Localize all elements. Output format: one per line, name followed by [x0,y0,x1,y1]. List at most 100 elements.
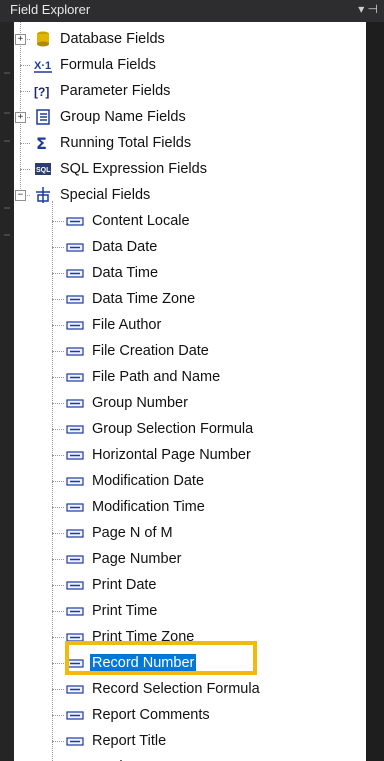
special-field-label: Page Number [92,551,182,567]
field-icon [66,602,84,620]
field-icon [66,524,84,542]
special-field-label: Print Time [92,603,158,619]
parameter-icon: [?] [34,82,52,100]
field-icon [66,472,84,490]
special-field-item[interactable]: File Author [66,313,163,337]
tree-branch-line [52,663,64,664]
svg-text:Σ: Σ [36,134,47,152]
special-field-label: Record Selection Formula [92,681,260,697]
tree-branch-line [52,429,64,430]
tree-item-label: Group Name Fields [60,109,186,125]
special-field-label: Horizontal Page Number [92,447,251,463]
expand-toggle[interactable]: + [15,112,26,123]
database-icon [34,30,52,48]
special-field-label: Print Date [92,577,157,593]
sigma-icon: Σ [34,134,52,153]
tree-branch-line [52,403,64,404]
tree-item[interactable]: Group Name Fields [34,105,188,129]
field-icon [66,212,84,230]
left-dock-strip [0,22,14,761]
field-icon [66,394,84,412]
group-name-icon [34,108,52,126]
tree-item-label: Database Fields [60,31,165,47]
expand-toggle[interactable]: + [15,34,26,45]
field-icon [66,732,84,750]
tree-branch-line [52,741,64,742]
tree-branch-line [52,689,64,690]
tree-branch-line [52,637,64,638]
special-field-label: Group Selection Formula [92,421,254,437]
tree-branch-line [20,143,30,144]
field-icon [66,290,84,308]
tree-item-label: Parameter Fields [60,83,171,99]
special-field-item[interactable]: Group Number [66,391,190,415]
tree-item[interactable]: [?] Parameter Fields [34,79,172,103]
tree-branch-line [52,715,64,716]
pin-icon[interactable]: ▾ ⊣ [358,2,378,16]
field-icon [66,706,84,724]
special-field-item[interactable]: Modification Time [66,495,207,519]
tree-branch-line [52,455,64,456]
special-field-item[interactable]: Page Number [66,547,183,571]
special-field-label: Content Locale [92,213,190,229]
special-field-item[interactable]: Modification Date [66,469,206,493]
tree-branch-line [52,533,64,534]
special-field-label: Report Title [92,733,167,749]
svg-text:SQL: SQL [36,167,51,174]
field-icon [66,550,84,568]
special-field-item[interactable]: Page N of M [66,521,175,545]
special-field-label: File Creation Date [92,343,209,359]
tree-item-label: SQL Expression Fields [60,161,207,177]
field-icon [66,316,84,334]
field-icon [66,264,84,282]
tree-item[interactable]: Σ Running Total Fields [34,131,193,155]
special-field-item[interactable]: File Path and Name [66,365,222,389]
special-field-label: Data Time [92,265,159,281]
sql-icon: SQL [34,160,52,178]
tree-branch-line [52,351,64,352]
special-field-label: Group Number [92,395,188,411]
tree-branch-line [20,65,30,66]
special-field-item[interactable]: Report Comments [66,703,212,727]
special-field-label: File Author [92,317,162,333]
tree-branch-line [52,507,64,508]
highlight-box [65,641,257,675]
tree-branch-line [52,481,64,482]
special-field-item[interactable]: Data Time Zone [66,287,197,311]
special-field-item[interactable]: Total Page Count [66,755,205,761]
tree-branch-line [52,585,64,586]
special-field-item[interactable]: File Creation Date [66,339,211,363]
formula-icon: X·1 [34,56,52,74]
tree-item[interactable]: SQL SQL Expression Fields [34,157,209,181]
special-field-label: Report Comments [92,707,210,723]
field-icon [66,368,84,386]
special-field-item[interactable]: Content Locale [66,209,192,233]
special-field-item[interactable]: Record Selection Formula [66,677,262,701]
field-icon [66,498,84,516]
special-field-item[interactable]: Report Title [66,729,168,753]
tree-item[interactable]: Database Fields [34,27,167,51]
special-field-item[interactable]: Horizontal Page Number [66,443,253,467]
special-field-label: Modification Time [92,499,205,515]
special-field-label: Data Time Zone [92,291,196,307]
tree-branch-line [52,273,64,274]
field-icon [66,342,84,360]
special-field-label: Page N of M [92,525,173,541]
tree-branch-line [52,247,64,248]
special-field-item[interactable]: Print Date [66,573,158,597]
tree-branch-line [52,559,64,560]
tree-branch-line [52,611,64,612]
special-field-label: Data Date [92,239,158,255]
tree-item[interactable]: X·1 Formula Fields [34,53,158,77]
tree-branch-line [52,299,64,300]
special-field-item[interactable]: Group Selection Formula [66,417,255,441]
svg-text:[?]: [?] [34,85,49,99]
field-icon [66,680,84,698]
field-explorer-titlebar: Field Explorer ▾ ⊣ [0,0,384,22]
special-field-item[interactable]: Print Time [66,599,159,623]
expand-toggle[interactable]: − [15,190,26,201]
special-field-item[interactable]: Data Time [66,261,160,285]
tree-branch-line [20,91,30,92]
special-field-item[interactable]: Data Date [66,235,159,259]
tree-branch-line [52,221,64,222]
